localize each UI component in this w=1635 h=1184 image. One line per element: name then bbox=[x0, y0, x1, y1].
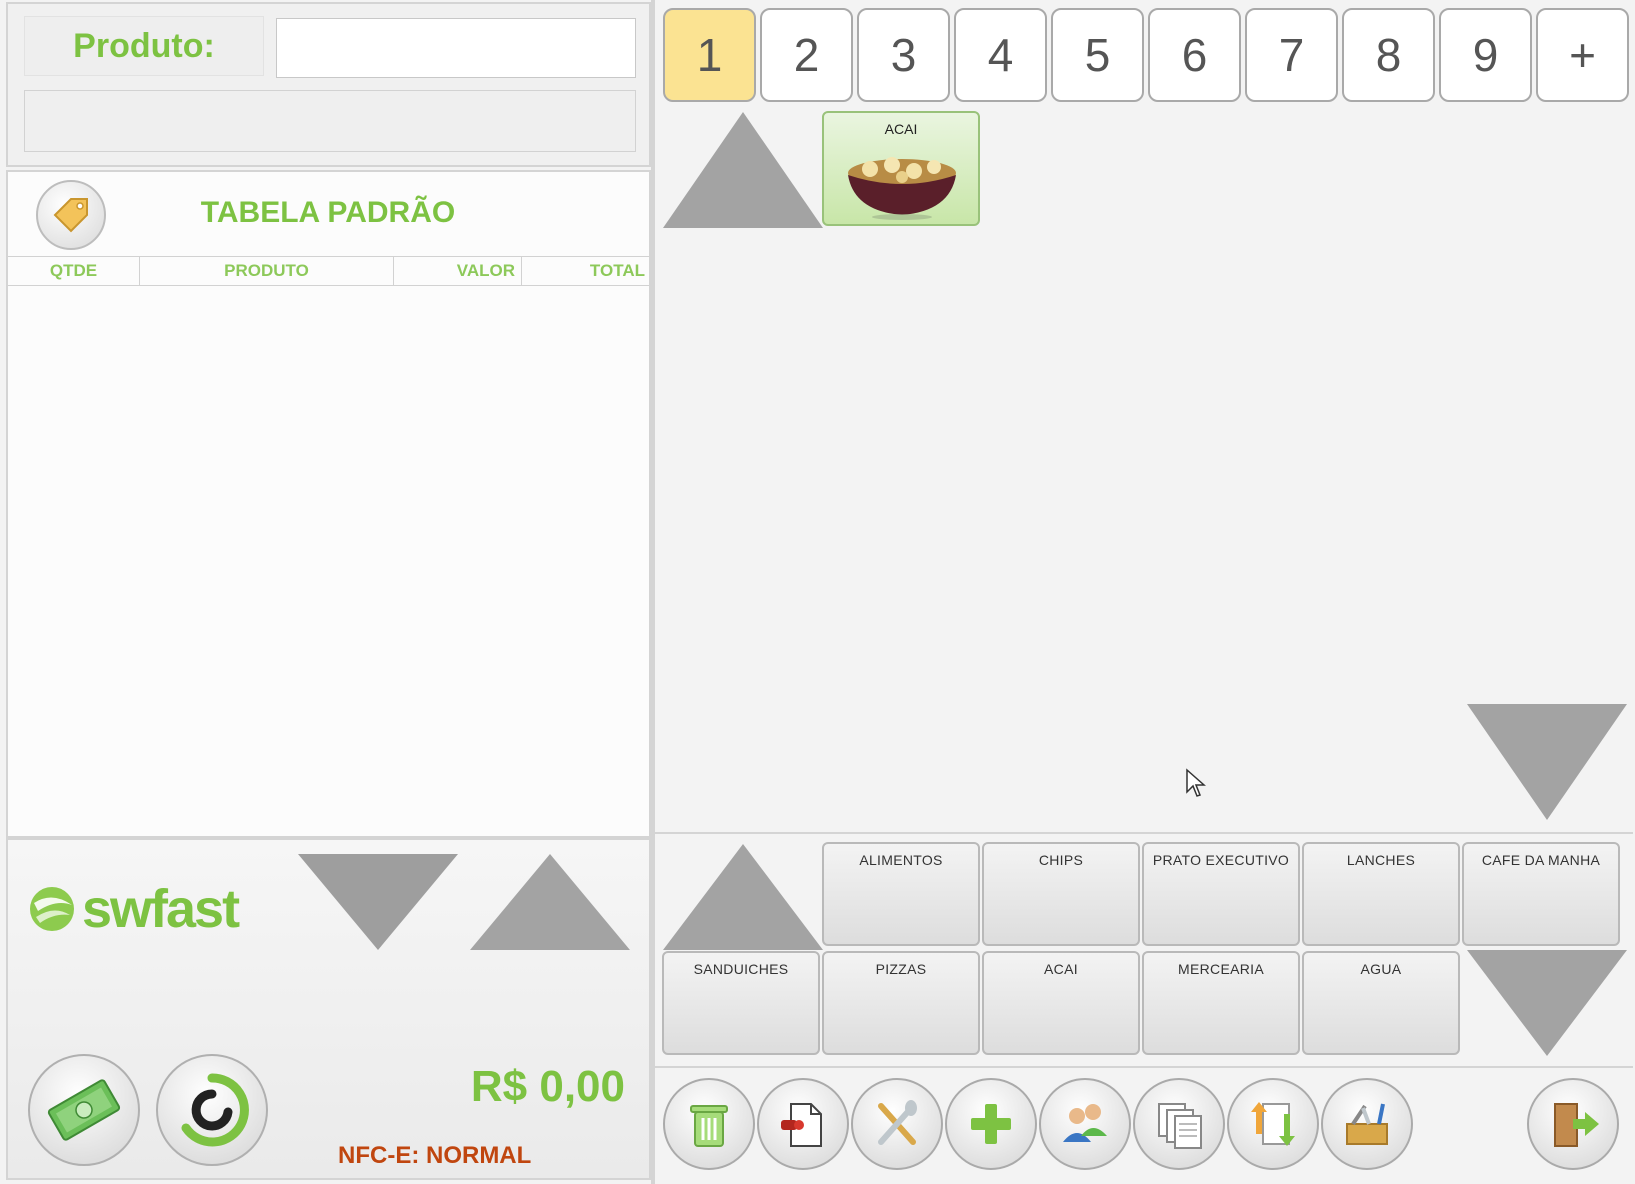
plus-icon bbox=[971, 1104, 1011, 1144]
page-tab-2[interactable]: 2 bbox=[760, 8, 853, 102]
categories-scroll-down-button[interactable] bbox=[1467, 950, 1627, 1056]
payment-button[interactable] bbox=[28, 1054, 140, 1166]
totals-panel: swfast R$ 0,00 NFC-E: NORMAL bbox=[6, 838, 651, 1180]
swfast-logo-mark-icon bbox=[30, 887, 74, 931]
add-item-button[interactable] bbox=[945, 1078, 1037, 1170]
swfast-logo-text: swfast bbox=[82, 879, 240, 939]
page-tabs: 1 2 3 4 5 6 7 8 9 + bbox=[663, 8, 1629, 102]
column-header-qtde: QTDE bbox=[8, 257, 140, 285]
right-panel: 1 2 3 4 5 6 7 8 9 + ACAI ALIMENTOS CHIPS… bbox=[653, 0, 1635, 1184]
page-tab-1[interactable]: 1 bbox=[663, 8, 756, 102]
cart-scroll-up-button[interactable] bbox=[470, 854, 630, 950]
price-table-title: TABELA PADRÃO bbox=[200, 196, 456, 229]
category-alimentos[interactable]: ALIMENTOS bbox=[822, 842, 980, 946]
copy-documents-icon bbox=[1158, 1103, 1202, 1149]
page-tab-4[interactable]: 4 bbox=[954, 8, 1047, 102]
order-total: R$ 0,00 bbox=[470, 1062, 625, 1111]
category-chips[interactable]: CHIPS bbox=[982, 842, 1140, 946]
column-header-total: TOTAL bbox=[589, 261, 645, 280]
left-panel: Produto: TABELA PADRÃO QTDE PRODUTO VALO… bbox=[0, 0, 655, 1184]
customers-button[interactable] bbox=[1039, 1078, 1131, 1170]
page-tab-8[interactable]: 8 bbox=[1342, 8, 1435, 102]
dine-in-button[interactable] bbox=[851, 1078, 943, 1170]
document-export-icon bbox=[781, 1103, 822, 1147]
pos-screen: Produto: TABELA PADRÃO QTDE PRODUTO VALO… bbox=[0, 0, 1635, 1184]
products-scroll-down-button[interactable] bbox=[1467, 704, 1627, 820]
product-label: ACAI bbox=[884, 121, 918, 137]
action-toolbar bbox=[655, 1070, 1633, 1182]
category-prato-executivo[interactable]: PRATO EXECUTIVO bbox=[1142, 842, 1300, 946]
category-mercearia[interactable]: MERCEARIA bbox=[1142, 951, 1300, 1055]
price-tag-icon bbox=[53, 198, 88, 233]
sync-swirl-icon bbox=[181, 1073, 249, 1147]
category-panel: ALIMENTOS CHIPS PRATO EXECUTIVO LANCHES … bbox=[655, 832, 1633, 1068]
price-table-button[interactable] bbox=[36, 180, 106, 250]
trash-icon bbox=[690, 1105, 728, 1147]
export-document-button[interactable] bbox=[757, 1078, 849, 1170]
add-page-tab-button[interactable]: + bbox=[1536, 8, 1629, 102]
category-agua[interactable]: AGUA bbox=[1302, 951, 1460, 1055]
mouse-cursor-icon bbox=[1186, 768, 1206, 797]
product-grid: ACAI bbox=[655, 108, 1633, 832]
column-header-valor: VALOR bbox=[394, 257, 522, 285]
duplicate-button[interactable] bbox=[1133, 1078, 1225, 1170]
sync-button[interactable] bbox=[156, 1054, 268, 1166]
page-tab-6[interactable]: 6 bbox=[1148, 8, 1241, 102]
page-tab-9[interactable]: 9 bbox=[1439, 8, 1532, 102]
nfce-status: NFC-E: NORMAL bbox=[338, 1142, 532, 1169]
cart-scroll-down-button[interactable] bbox=[298, 854, 458, 950]
produto-search-box: Produto: bbox=[6, 2, 651, 167]
cutlery-icon bbox=[878, 1100, 917, 1145]
acai-bowl-image-icon bbox=[848, 157, 956, 220]
money-icon bbox=[47, 1079, 121, 1141]
produto-input[interactable] bbox=[276, 18, 636, 78]
delete-button[interactable] bbox=[663, 1078, 755, 1170]
page-tab-7[interactable]: 7 bbox=[1245, 8, 1338, 102]
swfast-logo: swfast bbox=[26, 878, 240, 940]
category-cafe-da-manha[interactable]: CAFE DA MANHA bbox=[1462, 842, 1620, 946]
produto-label: Produto: bbox=[24, 16, 264, 76]
transfer-button[interactable] bbox=[1227, 1078, 1319, 1170]
category-sanduiches[interactable]: SANDUICHES bbox=[662, 951, 820, 1055]
column-header-produto: PRODUTO bbox=[140, 257, 394, 285]
category-lanches[interactable]: LANCHES bbox=[1302, 842, 1460, 946]
produto-description-field bbox=[24, 90, 636, 152]
categories-scroll-up-button[interactable] bbox=[663, 844, 823, 950]
page-tab-5[interactable]: 5 bbox=[1051, 8, 1144, 102]
product-button-acai[interactable]: ACAI bbox=[822, 111, 980, 226]
category-pizzas[interactable]: PIZZAS bbox=[822, 951, 980, 1055]
category-acai[interactable]: ACAI bbox=[982, 951, 1140, 1055]
tools-button[interactable] bbox=[1321, 1078, 1413, 1170]
page-tab-3[interactable]: 3 bbox=[857, 8, 950, 102]
customers-icon bbox=[1063, 1104, 1107, 1142]
products-scroll-up-button[interactable] bbox=[663, 112, 823, 228]
cart-items-list[interactable] bbox=[8, 288, 649, 836]
exit-door-icon bbox=[1554, 1103, 1599, 1147]
toolbox-icon bbox=[1346, 1103, 1388, 1145]
cart-panel: TABELA PADRÃO QTDE PRODUTO VALOR TOTAL bbox=[6, 170, 651, 838]
exit-button[interactable] bbox=[1527, 1078, 1619, 1170]
cart-table-header: QTDE PRODUTO VALOR TOTAL bbox=[8, 256, 649, 286]
transfer-icon bbox=[1251, 1102, 1295, 1146]
